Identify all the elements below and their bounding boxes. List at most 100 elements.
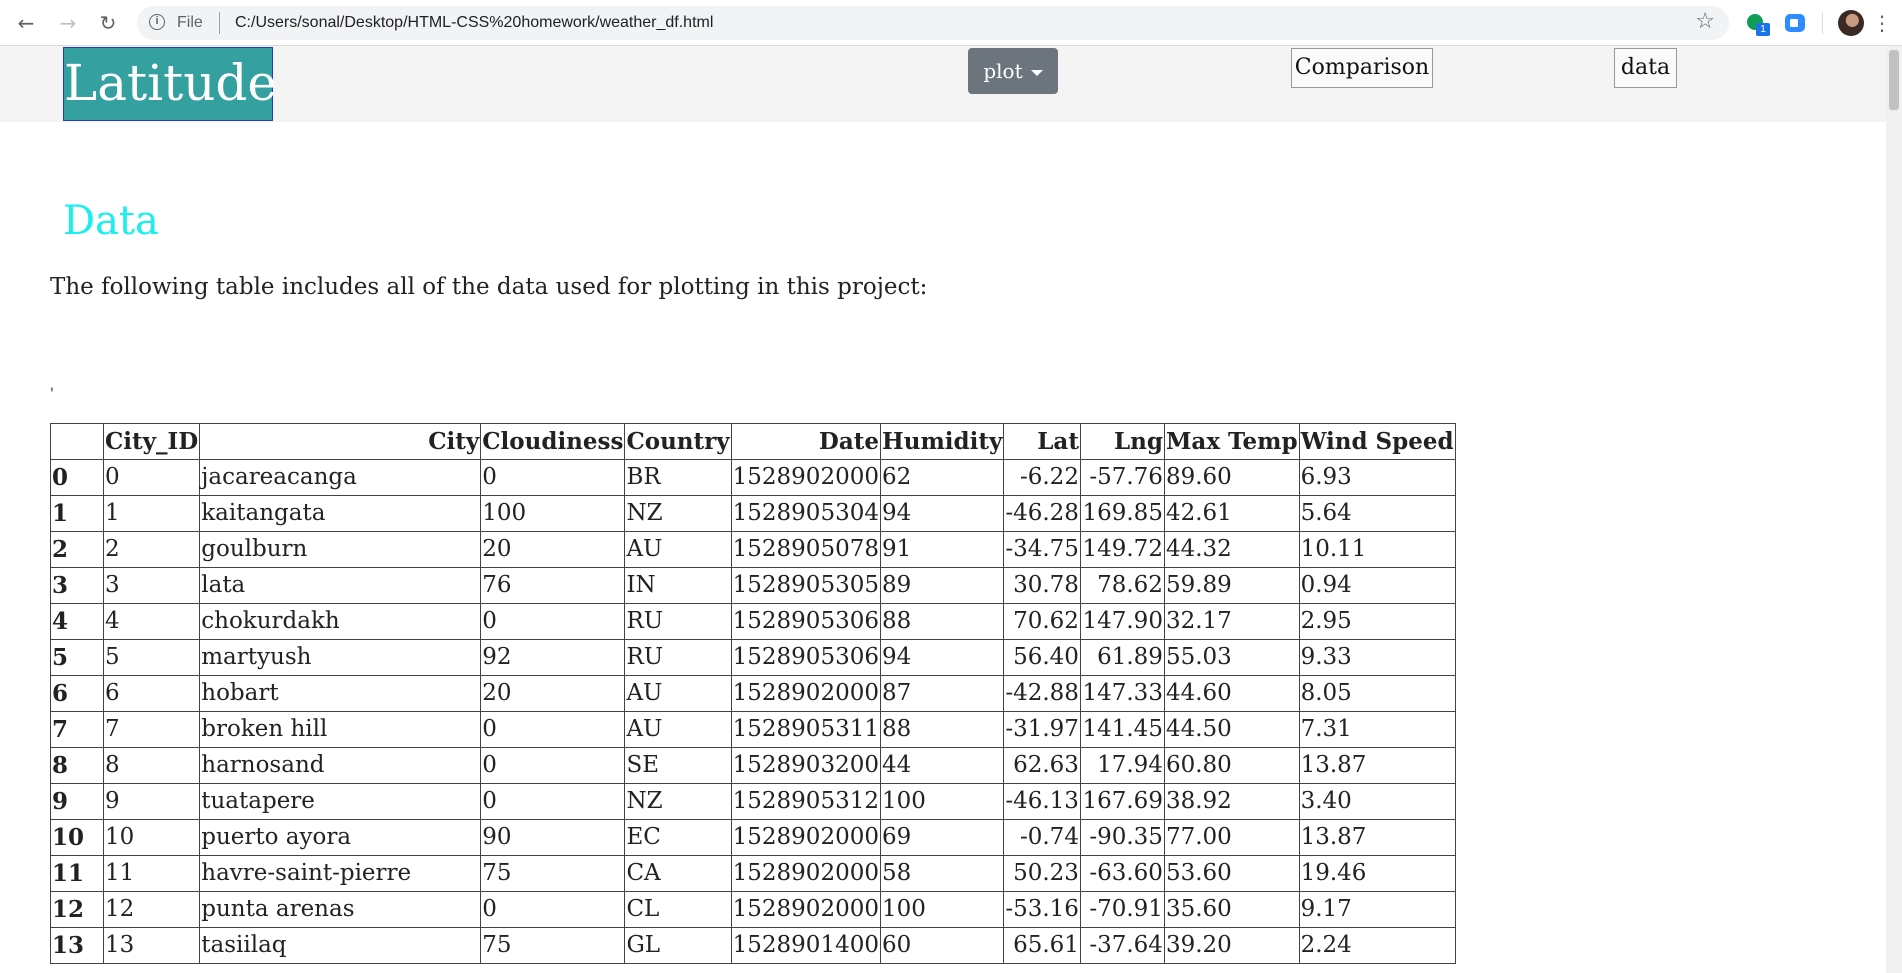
table-cell: 30.78 [1003,567,1081,604]
table-cell: puerto ayora [199,819,482,856]
table-cell: 1528902000 [730,459,881,496]
table-cell: 75 [480,855,626,892]
table-row: 0 0 jacareacanga 0 BR 1528902000 62 -6.22 -57.76… [50,459,1456,496]
table-cell: 75 [480,927,626,964]
table-cell: 44 [879,747,1005,784]
table-cell: 1528905311 [730,711,881,748]
kebab-menu-icon[interactable]: ⋮ [1872,9,1892,37]
table-cell: 3.40 [1298,783,1456,820]
table-row: 10 10 puerto ayora 90 EC 1528902000 69 -0.74 -90… [50,819,1456,856]
table-cell: 5.64 [1298,495,1456,532]
page-title: Data [63,198,159,244]
browser-toolbar: ← → ↻ i File C:/Users/sonal/Desktop/HTML… [0,0,1902,46]
table-cell: jacareacanga [199,459,482,496]
table-cell: 1528905078 [730,531,881,568]
table-cell: punta arenas [199,891,482,928]
weather-data-table: City_ID City Cloudiness Country Date Humidity… [50,423,1456,964]
vertical-scrollbar[interactable] [1886,46,1902,973]
table-cell: SE [624,747,732,784]
comparison-link[interactable]: Comparison [1291,48,1433,88]
table-cell: -63.60 [1079,855,1165,892]
table-cell: lata [199,567,482,604]
bookmark-star-icon[interactable]: ☆ [1695,9,1715,34]
table-cell: 11 [102,855,201,892]
table-cell: 7 [102,711,201,748]
url-text[interactable]: C:/Users/sonal/Desktop/HTML-CSS%20homewo… [235,14,713,32]
table-cell: AU [624,531,732,568]
table-cell: 1 [102,495,201,532]
table-cell: 60 [879,927,1005,964]
table-cell: 20 [480,675,626,712]
table-cell: 56.40 [1003,639,1081,676]
row-index: 6 [50,675,104,712]
table-cell: 87 [879,675,1005,712]
table-cell: 1528905305 [730,567,881,604]
table-cell: 89 [879,567,1005,604]
table-cell: 100 [480,495,626,532]
intro-text: The following table includes all of the … [50,274,928,300]
table-cell: havre-saint-pierre [199,855,482,892]
table-cell: CA [624,855,732,892]
table-cell: -46.13 [1003,783,1081,820]
extension-badge: 1 [1756,23,1770,36]
table-cell: -34.75 [1003,531,1081,568]
table-cell: 13.87 [1298,819,1456,856]
table-cell: 0 [480,711,626,748]
table-cell: 50.23 [1003,855,1081,892]
table-cell: 9 [102,783,201,820]
table-cell: 61.89 [1079,639,1165,676]
table-cell: RU [624,639,732,676]
table-cell: 3 [102,567,201,604]
table-cell: -6.22 [1003,459,1081,496]
address-bar[interactable]: i File C:/Users/sonal/Desktop/HTML-CSS%2… [137,6,1729,40]
table-cell: 76 [480,567,626,604]
table-cell: BR [624,459,732,496]
plot-dropdown-button[interactable]: plot [968,48,1058,94]
table-cell: 100 [879,891,1005,928]
table-cell: 169.85 [1079,495,1165,532]
table-cell: NZ [624,783,732,820]
forward-arrow-icon[interactable]: → [54,9,82,37]
back-arrow-icon[interactable]: ← [12,9,40,37]
table-cell: 0 [480,783,626,820]
table-cell: -53.16 [1003,891,1081,928]
table-cell: hobart [199,675,482,712]
table-cell: 89.60 [1163,459,1300,496]
table-cell: 1528905304 [730,495,881,532]
table-cell: 1528902000 [730,675,881,712]
table-cell: 0 [480,603,626,640]
extension-green-icon[interactable]: 1 [1746,12,1770,36]
table-row: 6 6 hobart 20 AU 1528902000 87 -42.88 147.33 44.6… [50,675,1456,712]
table-cell: 8 [102,747,201,784]
page-viewport: Latitude plot Comparison data Data The f… [0,46,1902,973]
table-cell: 32.17 [1163,603,1300,640]
profile-avatar[interactable] [1838,10,1864,36]
table-cell: AU [624,675,732,712]
row-index: 11 [50,855,104,892]
table-cell: 7.31 [1298,711,1456,748]
table-cell: RU [624,603,732,640]
table-cell: 88 [879,711,1005,748]
table-cell: martyush [199,639,482,676]
table-cell: 1528905306 [730,639,881,676]
scrollbar-thumb[interactable] [1889,50,1899,110]
table-cell: 13 [102,927,201,964]
table-body: 0 0 jacareacanga 0 BR 1528902000 62 -6.22 -57.76… [50,459,1456,964]
row-index: 9 [50,783,104,820]
table-cell: 2.24 [1298,927,1456,964]
table-row: 13 13 tasiilaq 75 GL 1528901400 60 65.61 -37.64 3… [50,927,1456,964]
column-header: Lng [1079,423,1165,460]
table-cell: 17.94 [1079,747,1165,784]
table-cell: tuatapere [199,783,482,820]
info-icon[interactable]: i [149,14,165,30]
brand-latitude[interactable]: Latitude [63,47,277,121]
table-cell: 0 [102,459,201,496]
column-header: City_ID [102,423,201,460]
column-header: Humidity [879,423,1005,460]
table-row: 2 2 goulburn 20 AU 1528905078 91 -34.75 149.72 44… [50,531,1456,568]
zoom-extension-icon[interactable] [1784,12,1806,34]
table-cell: 100 [879,783,1005,820]
reload-icon[interactable]: ↻ [94,9,122,37]
data-link[interactable]: data [1614,48,1677,88]
table-cell: 10.11 [1298,531,1456,568]
